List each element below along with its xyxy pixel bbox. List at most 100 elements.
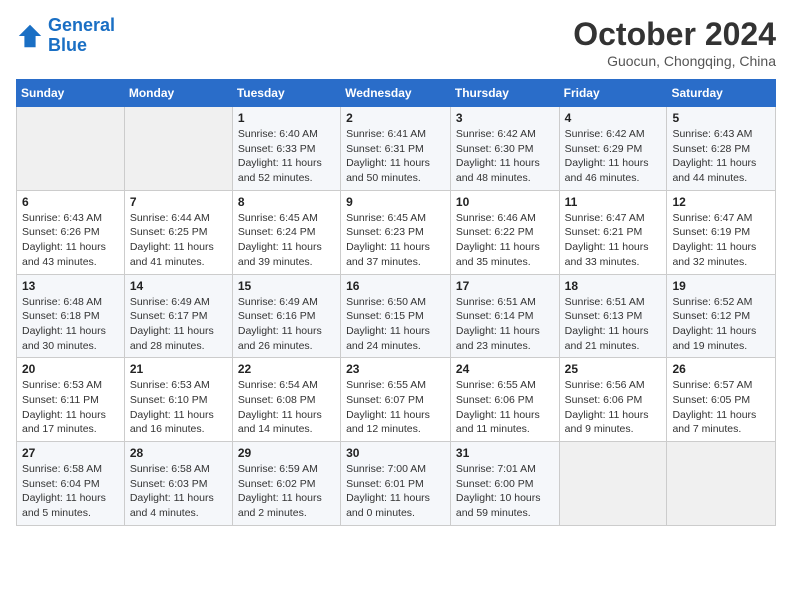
day-cell: 10Sunrise: 6:46 AMSunset: 6:22 PMDayligh…: [450, 190, 559, 274]
day-info: Sunrise: 6:58 AMSunset: 6:03 PMDaylight:…: [130, 462, 227, 521]
day-cell: 17 Sunrise: 6:51 AMSunset: 6:14 PMDayligh…: [450, 274, 559, 358]
day-number: 11: [565, 195, 662, 209]
day-number: 17: [456, 279, 554, 293]
day-number: 20: [22, 362, 119, 376]
day-number: 21: [130, 362, 227, 376]
day-info: Sunrise: 6:53 AMSunset: 6:10 PMDaylight:…: [130, 378, 227, 437]
day-cell: 19 Sunrise: 6:52 AMSunset: 6:12 PMDayligh…: [667, 274, 776, 358]
day-number: 1: [238, 111, 335, 125]
page-header: General Blue October 2024 Guocun, Chongq…: [16, 16, 776, 69]
day-info: Sunrise: 6:45 AMSunset: 6:23 PMDaylight:…: [346, 211, 445, 270]
day-cell: 28 Sunrise: 6:58 AMSunset: 6:03 PMDayligh…: [124, 442, 232, 526]
day-number: 23: [346, 362, 445, 376]
day-number: 16: [346, 279, 445, 293]
header-cell-tuesday: Tuesday: [232, 80, 340, 107]
location: Guocun, Chongqing, China: [573, 53, 776, 69]
day-number: 5: [672, 111, 770, 125]
day-info: Sunrise: 6:49 AMSunset: 6:16 PMDaylight:…: [238, 295, 335, 354]
day-info: Sunrise: 6:43 AMSunset: 6:28 PMDaylight:…: [672, 127, 770, 186]
day-info: Sunrise: 6:58 AMSunset: 6:04 PMDaylight:…: [22, 462, 119, 521]
day-number: 2: [346, 111, 445, 125]
day-cell: 25 Sunrise: 6:56 AMSunset: 6:06 PMDayligh…: [559, 358, 667, 442]
day-cell: 24 Sunrise: 6:55 AMSunset: 6:06 PMDayligh…: [450, 358, 559, 442]
day-info: Sunrise: 6:44 AMSunset: 6:25 PMDaylight:…: [130, 211, 227, 270]
day-info: Sunrise: 7:01 AMSunset: 6:00 PMDaylight:…: [456, 462, 554, 521]
day-info: Sunrise: 6:42 AMSunset: 6:29 PMDaylight:…: [565, 127, 662, 186]
week-row-1: 1 Sunrise: 6:40 AMSunset: 6:33 PMDaylight…: [17, 107, 776, 191]
day-number: 28: [130, 446, 227, 460]
day-info: Sunrise: 6:54 AMSunset: 6:08 PMDaylight:…: [238, 378, 335, 437]
day-info: Sunrise: 6:40 AMSunset: 6:33 PMDaylight:…: [238, 127, 335, 186]
day-number: 18: [565, 279, 662, 293]
day-cell: [124, 107, 232, 191]
day-info: Sunrise: 6:43 AMSunset: 6:26 PMDaylight:…: [22, 211, 119, 270]
day-number: 19: [672, 279, 770, 293]
day-number: 27: [22, 446, 119, 460]
day-number: 3: [456, 111, 554, 125]
day-number: 29: [238, 446, 335, 460]
logo-text: General Blue: [48, 16, 115, 56]
title-block: October 2024 Guocun, Chongqing, China: [573, 16, 776, 69]
day-cell: [559, 442, 667, 526]
day-cell: 1 Sunrise: 6:40 AMSunset: 6:33 PMDaylight…: [232, 107, 340, 191]
day-number: 12: [672, 195, 770, 209]
day-number: 4: [565, 111, 662, 125]
day-cell: 18 Sunrise: 6:51 AMSunset: 6:13 PMDayligh…: [559, 274, 667, 358]
header-row: SundayMondayTuesdayWednesdayThursdayFrid…: [17, 80, 776, 107]
day-info: Sunrise: 6:41 AMSunset: 6:31 PMDaylight:…: [346, 127, 445, 186]
day-info: Sunrise: 6:53 AMSunset: 6:11 PMDaylight:…: [22, 378, 119, 437]
day-cell: 3 Sunrise: 6:42 AMSunset: 6:30 PMDaylight…: [450, 107, 559, 191]
day-cell: 6 Sunrise: 6:43 AMSunset: 6:26 PMDaylight…: [17, 190, 125, 274]
header-cell-sunday: Sunday: [17, 80, 125, 107]
day-cell: 22Sunrise: 6:54 AMSunset: 6:08 PMDayligh…: [232, 358, 340, 442]
logo-line2: Blue: [48, 35, 87, 55]
day-info: Sunrise: 6:55 AMSunset: 6:07 PMDaylight:…: [346, 378, 445, 437]
day-cell: 5 Sunrise: 6:43 AMSunset: 6:28 PMDaylight…: [667, 107, 776, 191]
day-number: 14: [130, 279, 227, 293]
day-cell: 7 Sunrise: 6:44 AMSunset: 6:25 PMDaylight…: [124, 190, 232, 274]
day-number: 13: [22, 279, 119, 293]
day-cell: 4 Sunrise: 6:42 AMSunset: 6:29 PMDaylight…: [559, 107, 667, 191]
day-number: 26: [672, 362, 770, 376]
day-info: Sunrise: 6:49 AMSunset: 6:17 PMDaylight:…: [130, 295, 227, 354]
day-number: 8: [238, 195, 335, 209]
day-info: Sunrise: 6:50 AMSunset: 6:15 PMDaylight:…: [346, 295, 445, 354]
day-cell: 13Sunrise: 6:48 AMSunset: 6:18 PMDayligh…: [17, 274, 125, 358]
day-info: Sunrise: 6:51 AMSunset: 6:14 PMDaylight:…: [456, 295, 554, 354]
day-cell: 11Sunrise: 6:47 AMSunset: 6:21 PMDayligh…: [559, 190, 667, 274]
day-number: 24: [456, 362, 554, 376]
day-info: Sunrise: 6:51 AMSunset: 6:13 PMDaylight:…: [565, 295, 662, 354]
day-info: Sunrise: 6:55 AMSunset: 6:06 PMDaylight:…: [456, 378, 554, 437]
header-cell-thursday: Thursday: [450, 80, 559, 107]
day-cell: 8 Sunrise: 6:45 AMSunset: 6:24 PMDaylight…: [232, 190, 340, 274]
calendar-header: SundayMondayTuesdayWednesdayThursdayFrid…: [17, 80, 776, 107]
day-info: Sunrise: 6:56 AMSunset: 6:06 PMDaylight:…: [565, 378, 662, 437]
day-cell: 15Sunrise: 6:49 AMSunset: 6:16 PMDayligh…: [232, 274, 340, 358]
week-row-2: 6 Sunrise: 6:43 AMSunset: 6:26 PMDaylight…: [17, 190, 776, 274]
day-info: Sunrise: 6:45 AMSunset: 6:24 PMDaylight:…: [238, 211, 335, 270]
day-info: Sunrise: 6:59 AMSunset: 6:02 PMDaylight:…: [238, 462, 335, 521]
calendar-table: SundayMondayTuesdayWednesdayThursdayFrid…: [16, 79, 776, 526]
week-row-3: 13Sunrise: 6:48 AMSunset: 6:18 PMDayligh…: [17, 274, 776, 358]
day-number: 6: [22, 195, 119, 209]
day-cell: 27 Sunrise: 6:58 AMSunset: 6:04 PMDayligh…: [17, 442, 125, 526]
day-cell: 16 Sunrise: 6:50 AMSunset: 6:15 PMDayligh…: [341, 274, 451, 358]
day-number: 7: [130, 195, 227, 209]
month-title: October 2024: [573, 16, 776, 53]
day-cell: 29 Sunrise: 6:59 AMSunset: 6:02 PMDayligh…: [232, 442, 340, 526]
week-row-5: 27 Sunrise: 6:58 AMSunset: 6:04 PMDayligh…: [17, 442, 776, 526]
day-info: Sunrise: 6:57 AMSunset: 6:05 PMDaylight:…: [672, 378, 770, 437]
header-cell-monday: Monday: [124, 80, 232, 107]
header-cell-saturday: Saturday: [667, 80, 776, 107]
day-info: Sunrise: 6:52 AMSunset: 6:12 PMDaylight:…: [672, 295, 770, 354]
day-number: 31: [456, 446, 554, 460]
day-cell: 14 Sunrise: 6:49 AMSunset: 6:17 PMDayligh…: [124, 274, 232, 358]
day-cell: 31 Sunrise: 7:01 AMSunset: 6:00 PMDayligh…: [450, 442, 559, 526]
logo: General Blue: [16, 16, 115, 56]
day-cell: 12Sunrise: 6:47 AMSunset: 6:19 PMDayligh…: [667, 190, 776, 274]
day-cell: 9Sunrise: 6:45 AMSunset: 6:23 PMDaylight…: [341, 190, 451, 274]
day-cell: 21 Sunrise: 6:53 AMSunset: 6:10 PMDayligh…: [124, 358, 232, 442]
day-info: Sunrise: 6:42 AMSunset: 6:30 PMDaylight:…: [456, 127, 554, 186]
day-number: 25: [565, 362, 662, 376]
day-number: 10: [456, 195, 554, 209]
